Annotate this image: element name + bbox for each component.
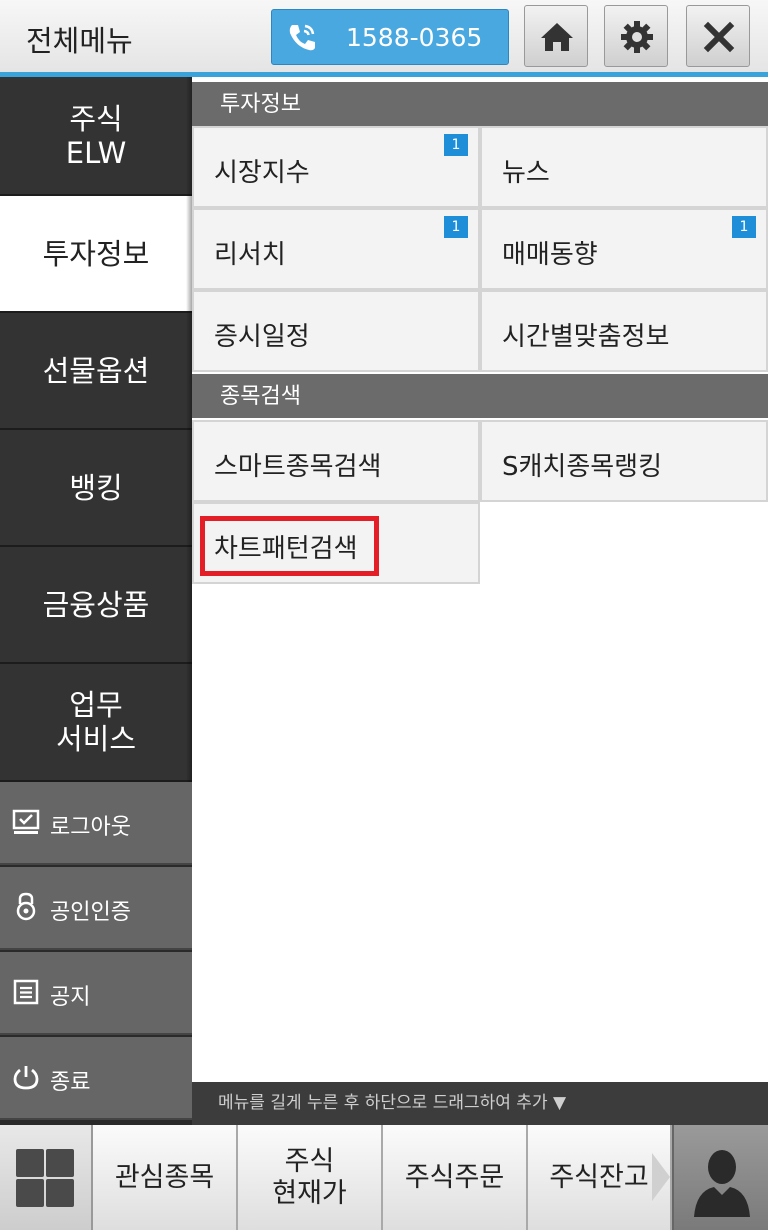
tab-stock-order[interactable]: 주식주문 bbox=[383, 1125, 528, 1230]
person-icon bbox=[694, 1150, 750, 1217]
menu-item-label: S캐치종목랭킹 bbox=[502, 452, 663, 482]
logout-label: 로그아웃 bbox=[50, 815, 131, 840]
phone-call-button[interactable]: 1588-0365 bbox=[271, 9, 509, 65]
menu-item-smart-stock-search[interactable]: 스마트종목검색 bbox=[192, 420, 480, 502]
gear-icon bbox=[621, 21, 653, 53]
tab-watchlist[interactable]: 관심종목 bbox=[93, 1125, 238, 1230]
nav-item-stock-elw[interactable]: 주식 ELW bbox=[0, 77, 192, 196]
nav-item-financial-products[interactable]: 금융상품 bbox=[0, 547, 192, 664]
certificate-button[interactable]: 공인인증 bbox=[0, 867, 192, 950]
menu-item-market-schedule[interactable]: 증시일정 bbox=[192, 290, 480, 372]
section-header-investment-info: 투자정보 bbox=[192, 82, 768, 126]
tab-stock-price[interactable]: 주식 현재가 bbox=[238, 1125, 383, 1230]
nav-item-banking[interactable]: 뱅킹 bbox=[0, 430, 192, 547]
menu-item-news[interactable]: 뉴스 bbox=[480, 126, 768, 208]
header-bar: 전체메뉴 1588-0365 bbox=[0, 0, 768, 74]
menu-item-research[interactable]: 리서치 1 bbox=[192, 208, 480, 290]
left-nav: 주식 ELW 투자정보 선물옵션 뱅킹 금융상품 업무 서비스 로그아웃 공인인… bbox=[0, 77, 192, 1125]
menu-item-market-index[interactable]: 시장지수 1 bbox=[192, 126, 480, 208]
section-header-stock-search: 종목검색 bbox=[192, 374, 768, 418]
logout-icon bbox=[12, 809, 40, 834]
nav-item-investment-info[interactable]: 투자정보 bbox=[0, 196, 192, 313]
close-button[interactable] bbox=[686, 5, 750, 67]
phone-icon bbox=[289, 24, 315, 51]
home-button[interactable] bbox=[524, 5, 588, 67]
menu-item-trading-trend[interactable]: 매매동향 1 bbox=[480, 208, 768, 290]
nav-item-services[interactable]: 업무 서비스 bbox=[0, 664, 192, 782]
menu-item-hourly-custom-info[interactable]: 시간별맞춤정보 bbox=[480, 290, 768, 372]
all-menu-button[interactable] bbox=[0, 1125, 93, 1230]
highlight-box bbox=[200, 516, 379, 576]
certificate-label: 공인인증 bbox=[50, 900, 131, 925]
menu-item-label: 시장지수 bbox=[214, 158, 310, 188]
settings-button[interactable] bbox=[604, 5, 668, 67]
new-badge: 1 bbox=[732, 216, 756, 238]
menu-item-label: 뉴스 bbox=[502, 158, 550, 188]
bottom-bar: 관심종목 주식 현재가 주식주문 주식잔고 bbox=[0, 1125, 768, 1230]
exit-label: 종료 bbox=[50, 1070, 91, 1095]
menu-item-label: 매매동향 bbox=[502, 240, 598, 270]
menu-item-label: 시간별맞춤정보 bbox=[502, 322, 670, 352]
menu-item-label: 리서치 bbox=[214, 240, 286, 270]
new-badge: 1 bbox=[444, 134, 468, 156]
exit-button[interactable]: 종료 bbox=[0, 1037, 192, 1120]
nav-item-futures-options[interactable]: 선물옵션 bbox=[0, 313, 192, 430]
new-badge: 1 bbox=[444, 216, 468, 238]
close-icon bbox=[703, 21, 735, 53]
drag-hint: 메뉴를 길게 누른 후 하단으로 드래그하여 추가 ▼ bbox=[192, 1082, 768, 1125]
tab-stock-balance[interactable]: 주식잔고 bbox=[528, 1125, 672, 1230]
notice-button[interactable]: 공지 bbox=[0, 952, 192, 1035]
menu-item-label: 증시일정 bbox=[214, 322, 310, 352]
phone-number: 1588-0365 bbox=[346, 23, 483, 52]
home-icon bbox=[541, 23, 573, 51]
power-icon bbox=[13, 1066, 39, 1090]
notice-icon bbox=[13, 979, 39, 1005]
menu-item-label: 스마트종목검색 bbox=[214, 452, 382, 482]
chevron-right-icon[interactable] bbox=[652, 1153, 670, 1201]
logout-button[interactable]: 로그아웃 bbox=[0, 782, 192, 865]
menu-item-s-catch-ranking[interactable]: S캐치종목랭킹 bbox=[480, 420, 768, 502]
notice-label: 공지 bbox=[50, 985, 91, 1010]
lock-icon bbox=[16, 892, 36, 921]
my-account-button[interactable] bbox=[672, 1125, 768, 1230]
page-title: 전체메뉴 bbox=[26, 24, 133, 58]
